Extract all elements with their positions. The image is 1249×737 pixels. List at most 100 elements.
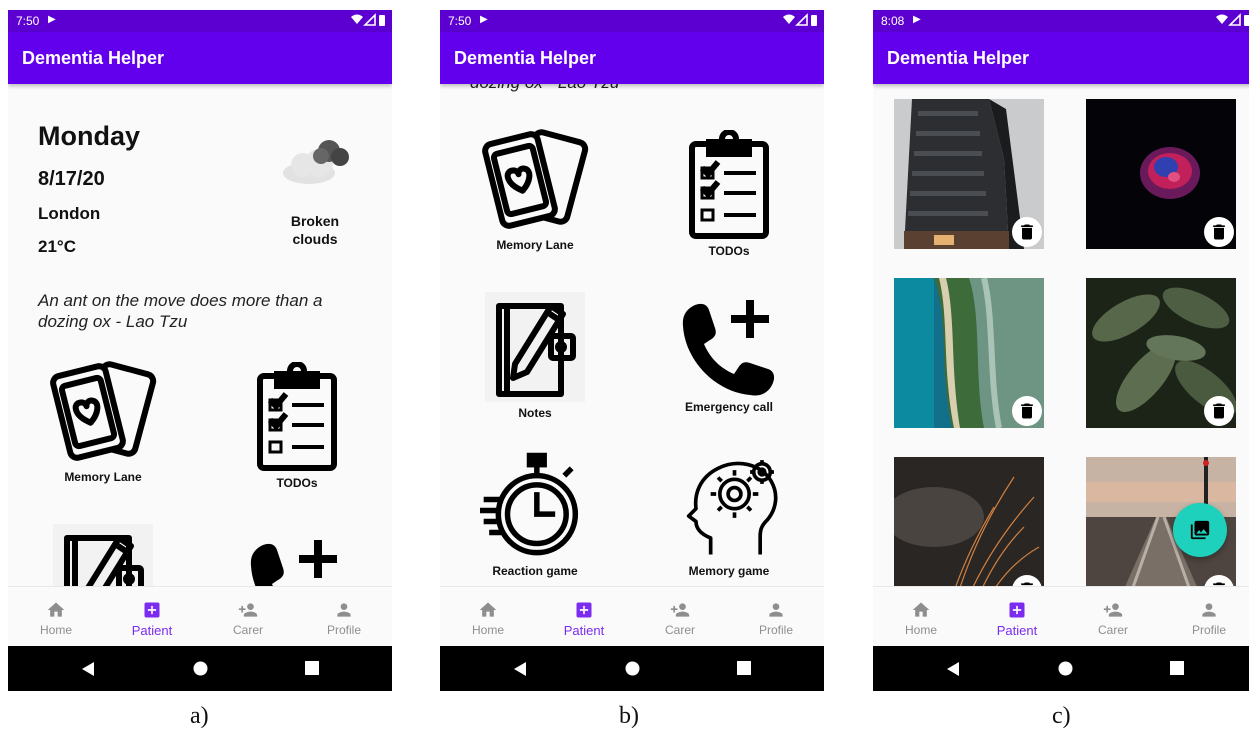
signal-battery-icon [1215, 13, 1249, 30]
status-time: 7:50 [448, 14, 472, 28]
todos-tile[interactable]: TODOs [654, 130, 804, 258]
person-icon [1198, 600, 1220, 620]
add-person-icon [237, 600, 259, 620]
cloud-icon [279, 137, 351, 192]
photo-jellyfish[interactable] [1086, 99, 1236, 249]
nav-label: Profile [758, 623, 793, 637]
emergency-call-tile[interactable] [222, 536, 372, 586]
signal-battery-icon [350, 13, 386, 30]
back-icon[interactable] [513, 661, 527, 677]
app-bar: Dementia Helper [873, 32, 1249, 84]
trash-icon [1209, 401, 1229, 421]
nav-home[interactable]: Home [440, 587, 536, 646]
app-bar: Dementia Helper [440, 32, 824, 84]
nav-profile[interactable]: Profile [296, 587, 392, 646]
play-store-icon: ▶ [480, 14, 488, 25]
app-title: Dementia Helper [887, 48, 1030, 68]
nav-label: Carer [1097, 623, 1128, 637]
sparks-photo [894, 457, 1044, 586]
recents-icon[interactable] [305, 661, 319, 675]
home-icon [477, 600, 499, 620]
clipboard-checklist-icon [684, 130, 774, 240]
weather-description: Broken clouds [290, 213, 340, 247]
photo-coastline[interactable] [894, 278, 1044, 428]
caption-c: c) [1052, 703, 1071, 729]
city-label: London [38, 204, 101, 223]
nav-patient[interactable]: Patient [104, 587, 200, 646]
person-icon [765, 600, 787, 620]
nav-label: Home [39, 623, 72, 637]
weekday-label: Monday [38, 121, 141, 151]
reaction-game-tile[interactable]: Reaction game [460, 450, 610, 578]
recents-icon[interactable] [1170, 661, 1184, 675]
delete-photo-button[interactable] [1204, 217, 1234, 247]
play-store-icon: ▶ [48, 14, 56, 25]
signal-battery-icon [782, 13, 818, 30]
tile-label: Memory Lane [496, 238, 574, 252]
nav-label: Patient [996, 623, 1038, 638]
daily-quote-fragment: dozing ox - Lao Tzu [470, 84, 800, 93]
system-navigation-bar [440, 646, 824, 691]
bottom-navigation: Home Patient Carer Profile [8, 586, 392, 646]
memory-lane-tile[interactable]: Memory Lane [460, 124, 610, 252]
nav-patient[interactable]: Patient [969, 587, 1065, 646]
back-icon[interactable] [81, 661, 95, 677]
tile-label: TODOs [276, 476, 318, 490]
recents-icon[interactable] [737, 661, 751, 675]
nav-carer[interactable]: Carer [632, 587, 728, 646]
back-icon[interactable] [946, 661, 960, 677]
app-title: Dementia Helper [22, 48, 165, 68]
tile-label: Emergency call [684, 400, 774, 414]
patient-home-content: Monday 8/17/20 London 21°C Broken clouds… [8, 84, 392, 586]
home-icon [45, 600, 67, 620]
photo-building[interactable] [894, 99, 1044, 249]
notes-tile[interactable]: Notes [460, 292, 610, 420]
delete-photo-button[interactable] [1012, 396, 1042, 426]
tile-label: Memory Lane [64, 470, 142, 484]
home-circle-icon[interactable] [1058, 661, 1073, 676]
nav-patient[interactable]: Patient [536, 587, 632, 646]
app-title: Dementia Helper [454, 48, 597, 68]
trash-icon [1017, 401, 1037, 421]
nav-label: Home [471, 623, 504, 637]
notes-tile[interactable] [28, 524, 178, 586]
nav-carer[interactable]: Carer [200, 587, 296, 646]
nav-label: Home [904, 623, 937, 637]
phone-plus-icon [247, 536, 347, 586]
person-icon [333, 600, 355, 620]
stopwatch-icon [475, 450, 595, 560]
delete-photo-button[interactable] [1204, 396, 1234, 426]
tile-label: Memory game [688, 564, 770, 578]
system-navigation-bar [8, 646, 392, 691]
photo-sparks[interactable] [894, 457, 1044, 586]
nav-profile[interactable]: Profile [728, 587, 824, 646]
status-time: 8:08 [881, 14, 905, 28]
emergency-call-tile[interactable]: Emergency call [654, 296, 804, 414]
daily-quote: An ant on the move does more than a dozi… [38, 291, 323, 331]
memory-lane-tile[interactable]: Memory Lane [28, 356, 178, 484]
photo-leaves[interactable] [1086, 278, 1236, 428]
temperature-label: 21°C [38, 237, 76, 256]
nav-home[interactable]: Home [873, 587, 969, 646]
memory-game-tile[interactable]: Memory game [654, 450, 804, 578]
todos-tile[interactable]: TODOs [222, 362, 372, 490]
home-circle-icon[interactable] [625, 661, 640, 676]
nav-label: Profile [1191, 623, 1226, 637]
phone-screen-patient-scrolled: 7:50 ▶ Dementia Helper dozing ox - Lao T… [440, 10, 824, 691]
home-circle-icon[interactable] [193, 661, 208, 676]
nav-carer[interactable]: Carer [1065, 587, 1161, 646]
nav-label: Carer [232, 623, 263, 637]
patient-icon [1006, 600, 1028, 620]
delete-photo-button[interactable] [1012, 217, 1042, 247]
tile-label: Reaction game [492, 564, 578, 578]
nav-home[interactable]: Home [8, 587, 104, 646]
add-person-icon [1102, 600, 1124, 620]
clipboard-checklist-icon [252, 362, 342, 472]
play-store-icon: ▶ [913, 14, 921, 25]
bottom-navigation: Home Patient Carer Profile [440, 586, 824, 646]
add-photo-button[interactable] [1173, 503, 1227, 557]
home-icon [910, 600, 932, 620]
status-time: 7:50 [16, 14, 40, 28]
nav-profile[interactable]: Profile [1161, 587, 1249, 646]
nav-label: Patient [563, 623, 605, 638]
